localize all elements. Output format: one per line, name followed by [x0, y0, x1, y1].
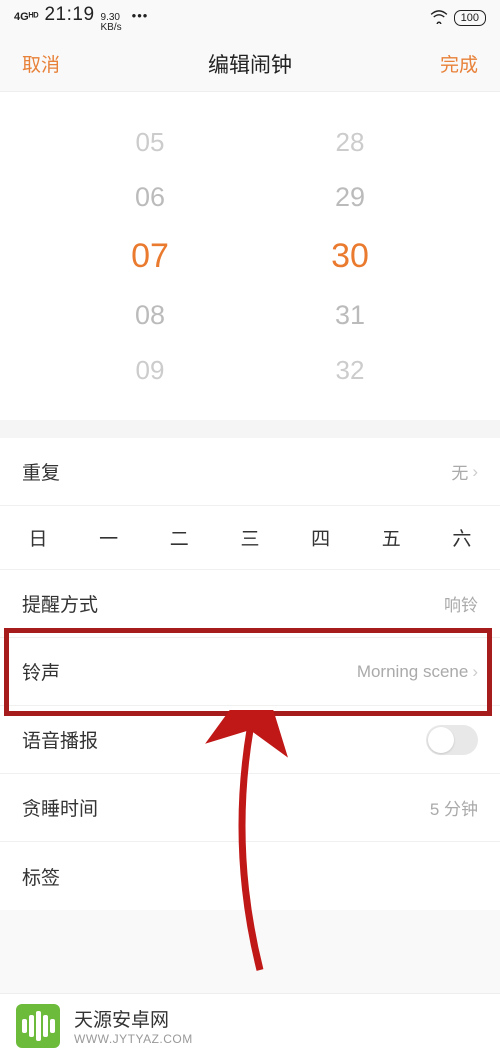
picker-minute: 29 [335, 182, 365, 213]
ringtone-row[interactable]: 铃声 Morning scene › [0, 638, 500, 706]
picker-hour: 09 [136, 355, 165, 386]
picker-hour-selected: 07 [131, 237, 169, 276]
network-indicator: 4Gᴴᴰ [14, 11, 38, 23]
ringtone-label: 铃声 [22, 658, 60, 685]
picker-minute: 28 [336, 127, 365, 158]
weekday-mon[interactable]: 一 [93, 524, 125, 551]
watermark-title: 天源安卓网 [74, 1005, 193, 1032]
tag-label: 标签 [22, 863, 60, 890]
section-gap [0, 420, 500, 438]
hour-column[interactable]: 05 06 07 08 09 [131, 127, 169, 386]
status-right: 100 [430, 10, 486, 27]
weekday-selector: 日 一 二 三 四 五 六 [0, 506, 500, 570]
repeat-value-text: 无 [451, 459, 468, 484]
snooze-label: 贪睡时间 [22, 794, 98, 821]
picker-minute: 32 [336, 355, 365, 386]
picker-hour: 08 [135, 300, 165, 331]
repeat-value: 无 › [451, 459, 478, 484]
cancel-button[interactable]: 取消 [22, 50, 60, 77]
watermark-logo-icon [16, 1004, 60, 1048]
alert-mode-value: 响铃 [444, 591, 478, 616]
watermark-text: 天源安卓网 WWW.JYTYAZ.COM [74, 1005, 193, 1046]
wifi-icon [430, 10, 448, 27]
watermark: 天源安卓网 WWW.JYTYAZ.COM [0, 993, 500, 1057]
status-left: 4Gᴴᴰ 21:19 9.30 KB/s ••• [14, 4, 148, 33]
repeat-label: 重复 [22, 458, 60, 485]
done-button[interactable]: 完成 [440, 50, 478, 77]
chevron-right-icon: › [472, 662, 478, 682]
tag-row[interactable]: 标签 [0, 842, 500, 910]
watermark-subtitle: WWW.JYTYAZ.COM [74, 1032, 193, 1046]
toggle-knob [428, 727, 454, 753]
data-rate-value: 9.30 [101, 13, 122, 23]
minute-column[interactable]: 28 29 30 31 32 [331, 127, 369, 386]
weekday-thu[interactable]: 四 [305, 524, 337, 551]
snooze-value: 5 分钟 [430, 795, 478, 820]
weekday-fri[interactable]: 五 [375, 524, 407, 551]
ringtone-value: Morning scene › [357, 662, 478, 682]
weekday-sat[interactable]: 六 [446, 524, 478, 551]
weekday-wed[interactable]: 三 [234, 524, 266, 551]
more-dots-icon: ••• [132, 8, 149, 23]
alert-mode-row[interactable]: 提醒方式 响铃 [0, 570, 500, 638]
page-title: 编辑闹钟 [208, 49, 292, 79]
data-rate-unit: KB/s [101, 23, 122, 33]
voice-broadcast-label: 语音播报 [22, 726, 98, 753]
status-time: 21:19 [44, 4, 94, 26]
voice-broadcast-toggle[interactable] [426, 725, 478, 755]
ringtone-value-text: Morning scene [357, 662, 469, 682]
weekday-sun[interactable]: 日 [22, 524, 54, 551]
battery-indicator: 100 [454, 10, 486, 26]
picker-minute: 31 [335, 300, 365, 331]
snooze-row[interactable]: 贪睡时间 5 分钟 [0, 774, 500, 842]
chevron-right-icon: › [472, 462, 478, 482]
weekday-tue[interactable]: 二 [163, 524, 195, 551]
status-bar: 4Gᴴᴰ 21:19 9.30 KB/s ••• 100 [0, 0, 500, 36]
repeat-row[interactable]: 重复 无 › [0, 438, 500, 506]
voice-broadcast-row: 语音播报 [0, 706, 500, 774]
picker-hour: 05 [136, 127, 165, 158]
picker-hour: 06 [135, 182, 165, 213]
header: 取消 编辑闹钟 完成 [0, 36, 500, 92]
time-picker[interactable]: 05 06 07 08 09 28 29 30 31 32 [0, 92, 500, 420]
picker-minute-selected: 30 [331, 237, 369, 276]
data-rate: 9.30 KB/s [101, 13, 122, 33]
alert-mode-label: 提醒方式 [22, 590, 98, 617]
